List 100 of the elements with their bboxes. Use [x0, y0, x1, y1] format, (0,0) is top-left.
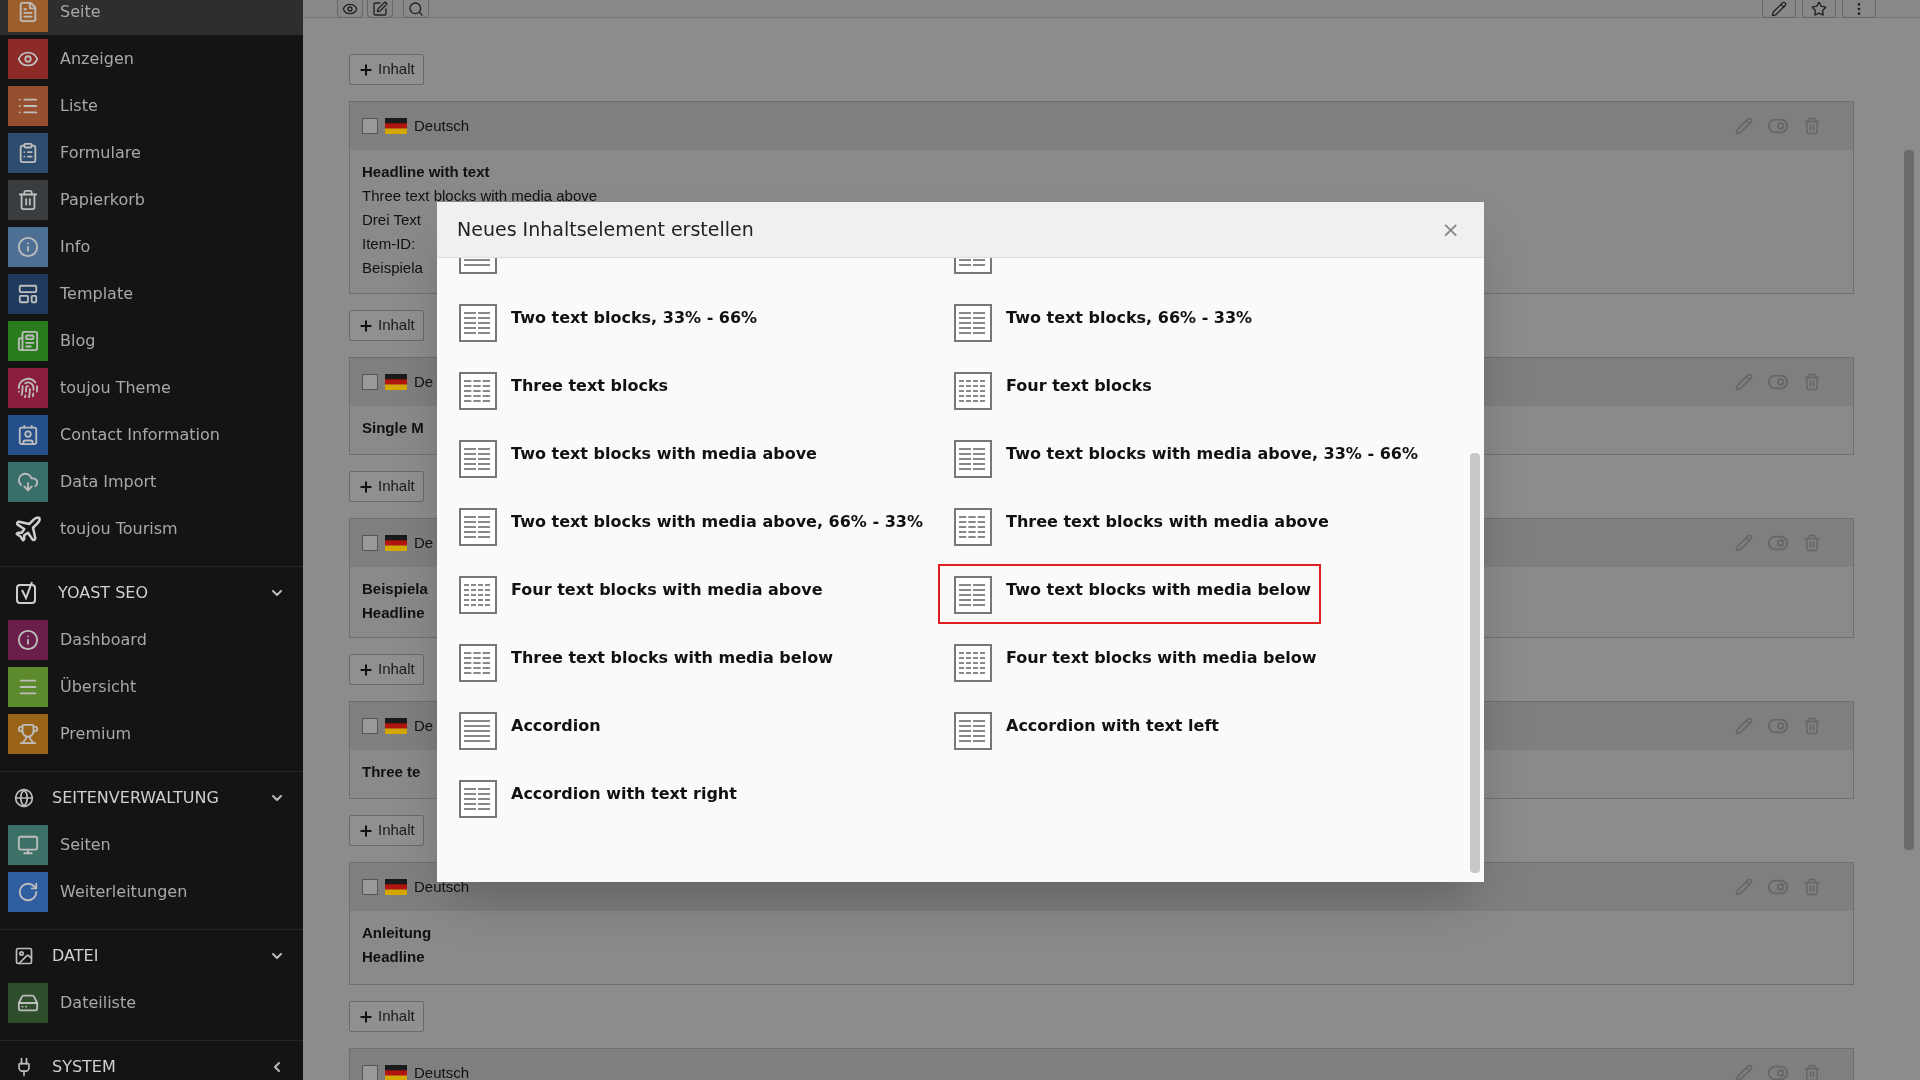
- sidebar-item[interactable]: Anzeigen: [0, 35, 303, 82]
- section-title: SEITENVERWALTUNG: [52, 786, 220, 809]
- sidebar-item-label: Anzeigen: [60, 47, 134, 70]
- language-label: De: [414, 715, 434, 736]
- content-type-option[interactable]: Accordion: [443, 700, 611, 760]
- content-type-option[interactable]: Two text blocks with media above, 66% - 33%: [443, 496, 933, 556]
- delete-icon[interactable]: [1803, 534, 1821, 552]
- delete-icon[interactable]: [1803, 373, 1821, 391]
- content-element-icon: [459, 780, 497, 818]
- sidebar-item[interactable]: Info: [0, 223, 303, 270]
- sidebar-item-label: Weiterleitungen: [60, 880, 188, 903]
- image-icon: [14, 945, 34, 966]
- sidebar-item-label: Seiten: [60, 833, 111, 856]
- sidebar-item[interactable]: Data Import: [0, 458, 303, 505]
- sidebar-item-label: Contact Information: [60, 423, 220, 446]
- sidebar-item-label: toujou Theme: [60, 376, 171, 399]
- content-type-option[interactable]: Two text blocks with media above: [443, 428, 827, 488]
- option-label: Accordion with text right: [511, 783, 737, 805]
- sidebar-item-label: Blog: [60, 329, 96, 352]
- plus-icon: [358, 61, 374, 78]
- section-title: YOAST SEO: [58, 581, 150, 604]
- sidebar-item-label: Dateiliste: [60, 991, 137, 1014]
- content-element-icon: [954, 576, 992, 614]
- sidebar-item[interactable]: Weiterleitungen: [0, 868, 303, 915]
- content-headline: Anleitung: [362, 923, 432, 943]
- content-type-option[interactable]: Three text blocks: [443, 360, 679, 420]
- option-label: Four text blocks: [1006, 375, 1152, 397]
- content-type-option[interactable]: Four text blocks: [938, 360, 1162, 420]
- add-content-button[interactable]: Inhalt: [349, 815, 424, 846]
- content-element-icon: [459, 644, 497, 682]
- content-type-option[interactable]: Four text blocks with media above: [443, 564, 833, 624]
- content-type-option[interactable]: Four text blocks with media below: [938, 632, 1327, 692]
- german-flag-icon: [385, 879, 407, 895]
- section-title: SYSTEM: [52, 1055, 117, 1078]
- sidebar-item[interactable]: Liste: [0, 82, 303, 129]
- sidebar-item-label: Info: [60, 235, 91, 258]
- language-label: Deutsch: [414, 115, 470, 136]
- content-element-icon: [954, 372, 992, 410]
- sidebar-item[interactable]: toujou Tourism: [0, 505, 303, 552]
- content-type-option[interactable]: Accordion with text left: [938, 700, 1229, 760]
- content-text: Three text blocks with media above: [362, 186, 598, 206]
- plus-icon: [358, 317, 374, 334]
- section-header[interactable]: SEITENVERWALTUNG: [0, 774, 303, 821]
- sidebar-item[interactable]: Contact Information: [0, 411, 303, 458]
- delete-icon[interactable]: [1803, 717, 1821, 735]
- content-type-option[interactable]: Two text blocks with media above, 33% - 66%: [938, 428, 1428, 488]
- german-flag-icon: [385, 1065, 407, 1080]
- content-type-option[interactable]: Two text blocks with media below: [938, 564, 1321, 624]
- sidebar-item[interactable]: Übersicht: [0, 663, 303, 710]
- plus-icon: [358, 822, 374, 839]
- content-element-icon: [459, 508, 497, 546]
- add-content-button[interactable]: Inhalt: [349, 471, 424, 502]
- sidebar-item-label: Formulare: [60, 141, 141, 164]
- content-type-option[interactable]: Three text blocks with media above: [938, 496, 1339, 556]
- content-text: Drei Text: [362, 210, 421, 230]
- delete-icon[interactable]: [1803, 878, 1821, 896]
- sidebar-item-label: Übersicht: [60, 675, 137, 698]
- plus-icon: [358, 661, 374, 678]
- sidebar-item-label: Liste: [60, 94, 98, 117]
- content-type-option[interactable]: Two text blocks, 66% - 33%: [938, 292, 1263, 352]
- add-content-button[interactable]: Inhalt: [349, 654, 424, 685]
- content-type-option[interactable]: Two text blocks, 33% - 66%: [443, 292, 768, 352]
- sidebar-item[interactable]: Seiten: [0, 821, 303, 868]
- option-label: Two text blocks with media above: [511, 443, 817, 465]
- sidebar-item[interactable]: Seite: [0, 0, 303, 35]
- section-header[interactable]: YOAST SEO: [0, 569, 303, 616]
- add-content-button[interactable]: Inhalt: [349, 54, 424, 85]
- option-label: Three text blocks: [511, 375, 669, 397]
- sidebar-item[interactable]: Dateiliste: [0, 979, 303, 1026]
- content-element-icon: [459, 576, 497, 614]
- sidebar-item[interactable]: toujou Theme: [0, 364, 303, 411]
- option-label: Two text blocks with media below: [1006, 579, 1311, 601]
- delete-icon[interactable]: [1803, 1064, 1821, 1080]
- sidebar-item[interactable]: Template: [0, 270, 303, 317]
- option-label: Accordion: [511, 715, 601, 737]
- content-type-icon: [362, 118, 378, 134]
- language-label: Deutsch: [414, 1062, 470, 1080]
- sidebar-item[interactable]: Formulare: [0, 129, 303, 176]
- sidebar-item-label: Premium: [60, 722, 132, 745]
- option-label: Four text blocks with media below: [1006, 647, 1317, 669]
- add-content-button[interactable]: Inhalt: [349, 1001, 424, 1032]
- plus-icon: [358, 478, 374, 495]
- sidebar-item[interactable]: Dashboard: [0, 616, 303, 663]
- sidebar-item[interactable]: Premium: [0, 710, 303, 757]
- sidebar-item-label: toujou Tourism: [60, 517, 178, 540]
- sidebar-item-label: Template: [60, 282, 133, 305]
- globe-icon: [14, 787, 34, 808]
- section-header[interactable]: SYSTEM: [0, 1043, 303, 1080]
- modal-title: Neues Inhaltselement erstellen: [457, 217, 755, 243]
- option-label: Three text blocks with media above: [1006, 511, 1329, 533]
- sidebar-item-label: Data Import: [60, 470, 157, 493]
- german-flag-icon: [385, 535, 407, 551]
- sidebar-item[interactable]: Blog: [0, 317, 303, 364]
- content-type-option[interactable]: Three text blocks with media below: [443, 632, 843, 692]
- section-header[interactable]: DATEI: [0, 932, 303, 979]
- add-content-button[interactable]: Inhalt: [349, 310, 424, 341]
- delete-icon[interactable]: [1803, 117, 1821, 135]
- content-element-icon: [459, 712, 497, 750]
- content-type-option[interactable]: Accordion with text right: [443, 768, 747, 828]
- sidebar-item[interactable]: Papierkorb: [0, 176, 303, 223]
